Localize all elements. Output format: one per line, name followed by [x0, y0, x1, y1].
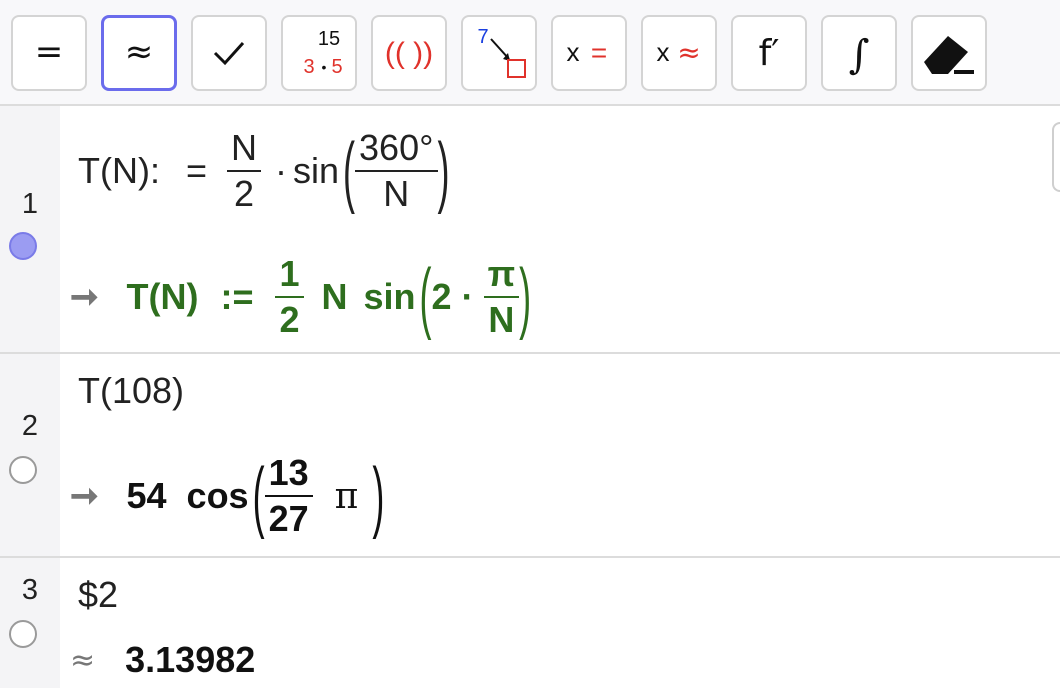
svg-text:7: 7	[477, 26, 488, 48]
cas-row-2[interactable]: 2 T(108) ➞ 54 cos ( 13 27 π )	[0, 354, 1060, 558]
svg-text:≈: ≈	[677, 36, 700, 69]
svg-text:x: x	[657, 37, 670, 67]
fraction: 1 2	[275, 255, 304, 339]
expand-parentheses-icon: (( ))	[385, 37, 433, 70]
row-input[interactable]: T(108)	[78, 366, 184, 416]
derivative-icon: f′	[759, 33, 780, 74]
factor-button[interactable]: 15 3 • 5	[281, 15, 357, 91]
row-input[interactable]: T(N): = N 2 · sin ( 360° N )	[78, 125, 450, 216]
fraction: 360° N	[355, 129, 438, 213]
solve-button[interactable]: x =	[551, 15, 627, 91]
row-output: ➞ T(N) := 1 2 N sin ( 2 · π N )	[70, 250, 532, 341]
integral-icon: ∫	[849, 32, 870, 78]
factor-icon: 15 3 • 5	[303, 28, 342, 78]
cas-row-3[interactable]: 3 $2 ≈ 3.13982	[0, 558, 1060, 688]
output-arrow-icon: ➞	[70, 477, 99, 515]
fraction: 13 27	[264, 454, 313, 538]
row-gutter	[0, 106, 60, 352]
visibility-toggle[interactable]	[9, 620, 37, 648]
approx-icon: ≈	[125, 33, 154, 72]
svg-text:15: 15	[318, 28, 340, 50]
row-gutter	[0, 354, 60, 556]
svg-text:•: •	[322, 59, 327, 75]
row-number: 3	[21, 574, 39, 606]
visibility-toggle[interactable]	[9, 232, 37, 260]
svg-text:x: x	[567, 37, 580, 67]
svg-text:5: 5	[331, 56, 342, 78]
solve-icon: x =	[567, 37, 608, 68]
output-arrow-icon: ➞	[70, 278, 99, 316]
substitute-button[interactable]: 7	[461, 15, 537, 91]
numeric-result: 3.13982	[125, 639, 256, 680]
evaluate-button[interactable]: =	[11, 15, 87, 91]
svg-text:(( )): (( ))	[385, 37, 433, 70]
cas-toolbar: = ≈ 15 3 • 5 (( )) 7 x = x ≈ f′ ∫	[0, 0, 1060, 106]
svg-text:=: =	[591, 37, 607, 68]
row-output: ≈ 3.13982	[70, 634, 255, 686]
svg-text:3: 3	[303, 56, 314, 78]
svg-text:f′: f′	[759, 33, 780, 74]
approx-icon: ≈	[70, 642, 96, 678]
row-number: 2	[21, 410, 39, 442]
svg-text:=: =	[35, 33, 64, 72]
derivative-button[interactable]: f′	[731, 15, 807, 91]
expand-button[interactable]: (( ))	[371, 15, 447, 91]
numeric-button[interactable]: ≈	[101, 15, 177, 91]
row-input[interactable]: $2	[78, 570, 118, 620]
row-number: 1	[21, 188, 39, 220]
row-output: ➞ 54 cos ( 13 27 π )	[70, 449, 385, 540]
equals-icon: =	[35, 33, 64, 72]
fraction: N 2	[227, 129, 261, 213]
keep-input-button[interactable]	[191, 15, 267, 91]
solve-numerically-button[interactable]: x ≈	[641, 15, 717, 91]
integral-button[interactable]: ∫	[821, 15, 897, 91]
svg-text:∫: ∫	[849, 32, 870, 78]
svg-text:≈: ≈	[125, 33, 154, 72]
cas-row-1[interactable]: 1 T(N): = N 2 · sin ( 360° N ) ➞ T(N) :=…	[0, 106, 1060, 354]
fraction: π N	[483, 255, 520, 339]
substitute-icon: 7	[477, 26, 526, 78]
eraser-icon	[924, 36, 974, 74]
visibility-toggle[interactable]	[9, 456, 37, 484]
nsolve-icon: x ≈	[657, 36, 701, 69]
delete-button[interactable]	[911, 15, 987, 91]
scroll-handle[interactable]	[1052, 122, 1060, 192]
checkmark-icon	[213, 41, 245, 66]
